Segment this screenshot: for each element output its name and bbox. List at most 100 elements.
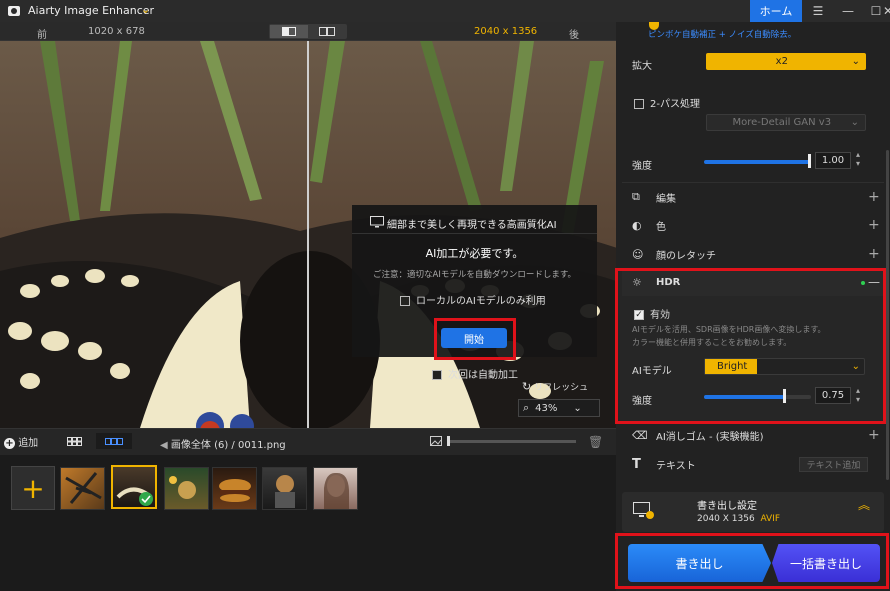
local-model-only-checkbox[interactable]: ローカルのAIモデルのみ利用 [400, 292, 546, 307]
checkbox-box[interactable] [400, 296, 410, 306]
thumbnail-forest-creature[interactable] [164, 467, 209, 510]
zoom-chevron-down-icon[interactable]: ⌄ [573, 403, 581, 414]
menu-icon[interactable]: ☰ [804, 0, 832, 22]
add-image-button[interactable]: + 追加 [4, 434, 38, 449]
thumbnail-warrior-cat[interactable] [262, 467, 307, 510]
strength-label: 強度 [632, 161, 652, 172]
color-label: 色 [656, 221, 666, 233]
after-size: 2040 x 1356 [474, 26, 538, 37]
color-expand-icon[interactable]: + [868, 217, 880, 233]
plus-icon: + [21, 471, 45, 505]
panel-scrollbar[interactable] [886, 150, 889, 480]
thumbnail-size-knob[interactable] [447, 436, 450, 446]
add-circle-icon: + [4, 438, 15, 449]
refresh-icon: ↻ [522, 380, 532, 393]
thumbnail-size-slider[interactable] [448, 440, 576, 443]
expand-up-icon[interactable]: ︽ [858, 499, 870, 511]
thumbnail-tiger[interactable] [60, 467, 105, 510]
app-logo-icon [8, 6, 20, 16]
scale-dropdown[interactable]: x2 ⌄ [706, 53, 866, 70]
strip-view-icon[interactable] [96, 433, 132, 449]
grid-view-icon[interactable] [62, 433, 88, 449]
trash-icon[interactable]: 🗑 [588, 435, 603, 449]
twopass-model: More-Detail GAN v3 [732, 117, 832, 128]
section-ai-eraser[interactable]: ⌫ AI消しゴム - (実験機能) [622, 421, 884, 449]
export-format: AVIF [760, 514, 781, 524]
refresh-label: リフレッシュ [534, 383, 589, 393]
auto-process-checkbox[interactable]: 次回は自動加工 [432, 366, 518, 381]
eraser-icon: ⌫ [632, 428, 648, 442]
breadcrumb-all[interactable]: 画像全体 (6) [171, 440, 228, 451]
strength-slider[interactable] [704, 160, 810, 164]
strength-stepper[interactable]: ▴ ▾ [856, 150, 860, 168]
dialog-divider [352, 233, 597, 234]
export-settings-icon [633, 502, 655, 523]
section-color[interactable]: ◐ 色 [622, 211, 884, 239]
scale-value: x2 [775, 56, 788, 67]
app-title: Aiarty Image Enhancer [28, 4, 155, 17]
back-arrow-icon[interactable]: ◀ [160, 440, 168, 451]
strength-value: 1.00 [821, 155, 845, 166]
edit-label: 編集 [656, 193, 676, 205]
dialog-title: 細部まで美しく再現できる高画質化AI [387, 220, 557, 231]
twopass-checkbox[interactable]: 2-パス処理 [634, 95, 700, 110]
add-thumbnail-button[interactable]: + [11, 466, 55, 510]
dialog-note: ご注意：適切なAIモデルを自動ダウンロードします。 [373, 270, 576, 280]
hdr-highlight-box [615, 268, 886, 424]
strength-knob[interactable] [808, 154, 811, 168]
face-icon: ☺ [632, 247, 644, 261]
export-settings-title: 書き出し設定 [697, 501, 757, 512]
after-label: 後 [569, 30, 579, 41]
local-model-only-label: ローカルのAIモデルのみ利用 [416, 296, 546, 307]
zoom-control[interactable]: ⌕ 43% ⌄ [518, 399, 600, 417]
twopass-label: 2-パス処理 [650, 99, 700, 110]
breadcrumb-file: 0011.png [237, 440, 286, 451]
palette-icon: ◐ [632, 218, 642, 232]
twopass-model-dropdown[interactable]: More-Detail GAN v3 ⌄ [706, 114, 866, 131]
eraser-label: AI消しゴム - (実験機能) [656, 431, 764, 443]
breadcrumb-separator: / [231, 440, 235, 451]
top-note: ピンボケ自動補正 + ノイズ自動除去。 [648, 30, 797, 40]
home-button[interactable]: ホーム [750, 0, 802, 22]
face-label: 顔のレタッチ [656, 250, 716, 262]
dialog-headline: AI加工が必要です。 [425, 247, 524, 260]
zoom-value: 43% [535, 402, 558, 414]
refresh-button[interactable]: ↻ リフレッシュ [522, 380, 588, 393]
thumbnail-burger[interactable] [212, 467, 257, 510]
thumbnail-butterfly[interactable] [111, 465, 157, 509]
export-size: 2040 X 1356 [697, 514, 755, 524]
zoom-icon: ⌕ [523, 401, 530, 414]
add-text-button[interactable]: テキスト追加 [799, 457, 868, 472]
breadcrumb: ◀ 画像全体 (6) / 0011.png [160, 436, 286, 451]
monitor-icon [370, 216, 384, 228]
side-by-side-icon[interactable] [308, 25, 346, 38]
auto-process-box[interactable] [432, 370, 442, 380]
auto-process-label: 次回は自動加工 [448, 370, 518, 381]
dialog-title-row: 細部まで美しく再現できる高画質化AI [352, 213, 597, 233]
text-t-icon: T [632, 456, 641, 472]
before-label: 前 [37, 30, 47, 41]
start-highlight-box [434, 318, 516, 360]
text-label: テキスト [656, 460, 696, 472]
minimize-icon[interactable]: — [834, 0, 862, 22]
close-icon[interactable]: ✕ [883, 0, 890, 22]
twopass-chevron-down-icon: ⌄ [850, 117, 859, 128]
scale-label: 拡大 [632, 61, 652, 72]
face-expand-icon[interactable]: + [868, 246, 880, 262]
split-view-icon[interactable] [270, 25, 308, 38]
export-settings-summary: 2040 X 1356 AVIF [697, 514, 780, 524]
image-size-icon [430, 436, 442, 449]
edit-expand-icon[interactable]: + [868, 189, 880, 205]
scale-chevron-down-icon: ⌄ [851, 56, 860, 67]
add-label: 追加 [18, 438, 39, 449]
section-face[interactable]: ☺ 顔のレタッチ [622, 240, 884, 268]
edit-icon: ⧉ [632, 190, 640, 203]
twopass-box[interactable] [634, 99, 644, 109]
export-highlight-box [615, 533, 889, 589]
section-edit[interactable]: ⧉ 編集 [622, 183, 884, 211]
eraser-expand-icon[interactable]: + [868, 427, 880, 443]
view-mode-toggle [269, 24, 347, 39]
strength-input[interactable]: 1.00 [815, 152, 851, 169]
thumbnail-woman-portrait[interactable] [313, 467, 358, 510]
title-chevron-down-icon[interactable]: ⌄ [141, 3, 150, 16]
